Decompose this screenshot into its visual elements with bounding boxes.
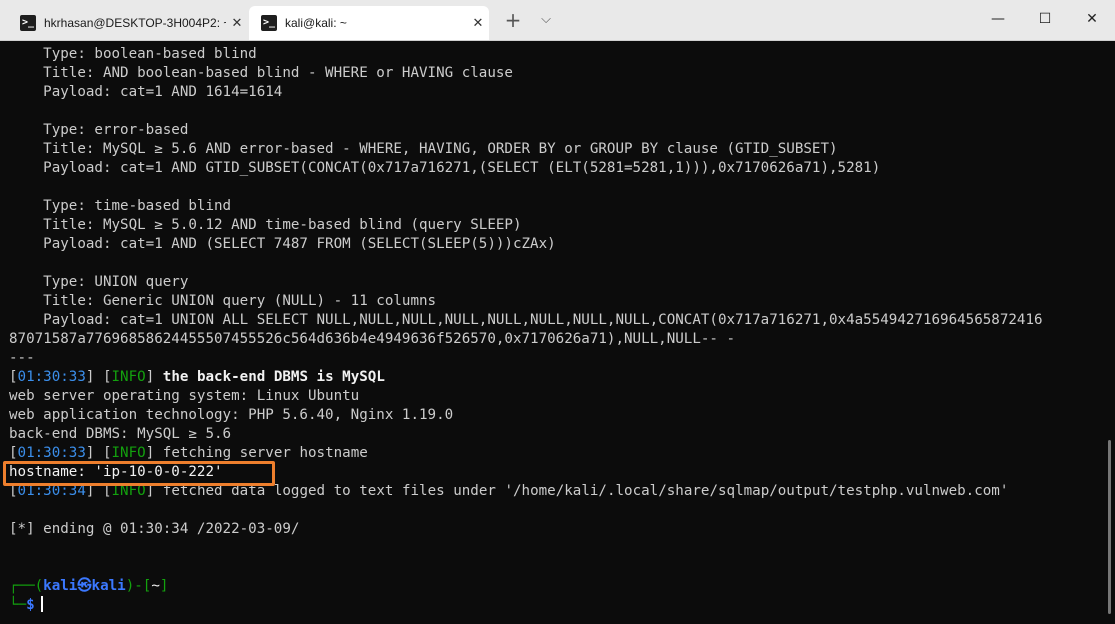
prompt-bottom-line[interactable]: └─$ <box>9 596 1099 615</box>
text-cursor <box>40 596 43 612</box>
log-level: INFO <box>111 445 146 461</box>
injection-title: Title: Generic UNION query (NULL) - 11 c… <box>9 293 437 309</box>
tab-windows-powershell[interactable]: >_ hkrhasan@DESKTOP-3H004P2: ~ ✕ <box>8 6 248 40</box>
terminal-icon: >_ <box>20 15 36 31</box>
log-message: fetched data logged to text files under … <box>154 483 1009 499</box>
close-icon[interactable]: ✕ <box>226 15 248 31</box>
injection-type: Type: error-based <box>9 122 189 138</box>
log-level: INFO <box>111 369 146 385</box>
separator: --- <box>9 350 35 366</box>
close-icon[interactable]: ✕ <box>467 15 489 31</box>
prompt-corner: └─ <box>9 597 27 613</box>
prompt-separator: )-[ <box>125 578 152 594</box>
injection-title: Title: AND boolean-based blind - WHERE o… <box>9 65 513 81</box>
scrollbar-thumb[interactable] <box>1108 440 1111 614</box>
injection-payload: Payload: cat=1 UNION ALL SELECT NULL,NUL… <box>9 312 1043 328</box>
terminal-output[interactable]: Type: boolean-based blind Title: AND boo… <box>9 45 1099 615</box>
log-message: fetching server hostname <box>154 445 368 461</box>
chevron-down-icon[interactable]: ⌵ <box>534 9 558 31</box>
injection-type: Type: UNION query <box>9 274 189 290</box>
ending-line: [*] ending @ 01:30:34 /2022-03-09/ <box>9 521 300 537</box>
prompt-symbol: $ <box>26 597 35 613</box>
prompt-cwd: ~ <box>151 578 160 594</box>
injection-type: Type: time-based blind <box>9 198 232 214</box>
injection-type: Type: boolean-based blind <box>9 46 257 62</box>
server-os-line: web server operating system: Linux Ubunt… <box>9 388 360 404</box>
close-window-button[interactable]: ✕ <box>1069 0 1115 38</box>
injection-title: Title: MySQL ≥ 5.6 AND error-based - WHE… <box>9 141 838 157</box>
prompt-user-host: kali㉿kali <box>43 578 126 594</box>
log-timestamp: 01:30:33 <box>17 369 86 385</box>
prompt-corner: ┌──( <box>9 578 44 594</box>
log-line-dbms: [01:30:33] [INFO] the back-end DBMS is M… <box>9 369 385 385</box>
tab-label: hkrhasan@DESKTOP-3H004P2: ~ <box>44 16 226 30</box>
injection-payload-continued: 87071587a77696858624455507455526c564d636… <box>9 331 736 347</box>
injection-payload: Payload: cat=1 AND GTID_SUBSET(CONCAT(0x… <box>9 160 881 176</box>
title-bar: >_ hkrhasan@DESKTOP-3H004P2: ~ ✕ >_ kali… <box>0 0 1115 41</box>
injection-payload: Payload: cat=1 AND 1614=1614 <box>9 84 283 100</box>
terminal-icon: >_ <box>261 15 277 31</box>
prompt-top-line: ┌──(kali㉿kali)-[~] <box>9 577 1099 596</box>
tab-kali[interactable]: >_ kali@kali: ~ ✕ <box>249 6 489 40</box>
tab-label: kali@kali: ~ <box>285 16 347 30</box>
new-tab-button[interactable]: + <box>502 9 524 31</box>
log-timestamp: 01:30:33 <box>17 445 86 461</box>
backend-dbms-line: back-end DBMS: MySQL ≥ 5.6 <box>9 426 232 442</box>
web-tech-line: web application technology: PHP 5.6.40, … <box>9 407 454 423</box>
maximize-button[interactable]: ☐ <box>1022 0 1068 38</box>
minimize-button[interactable]: — <box>975 0 1021 38</box>
injection-payload: Payload: cat=1 AND (SELECT 7487 FROM (SE… <box>9 236 556 252</box>
hostname-highlight-box <box>3 461 275 486</box>
log-message: the back-end DBMS is MySQL <box>154 369 385 385</box>
prompt-bracket: ] <box>159 578 169 594</box>
injection-title: Title: MySQL ≥ 5.0.12 AND time-based bli… <box>9 217 522 233</box>
